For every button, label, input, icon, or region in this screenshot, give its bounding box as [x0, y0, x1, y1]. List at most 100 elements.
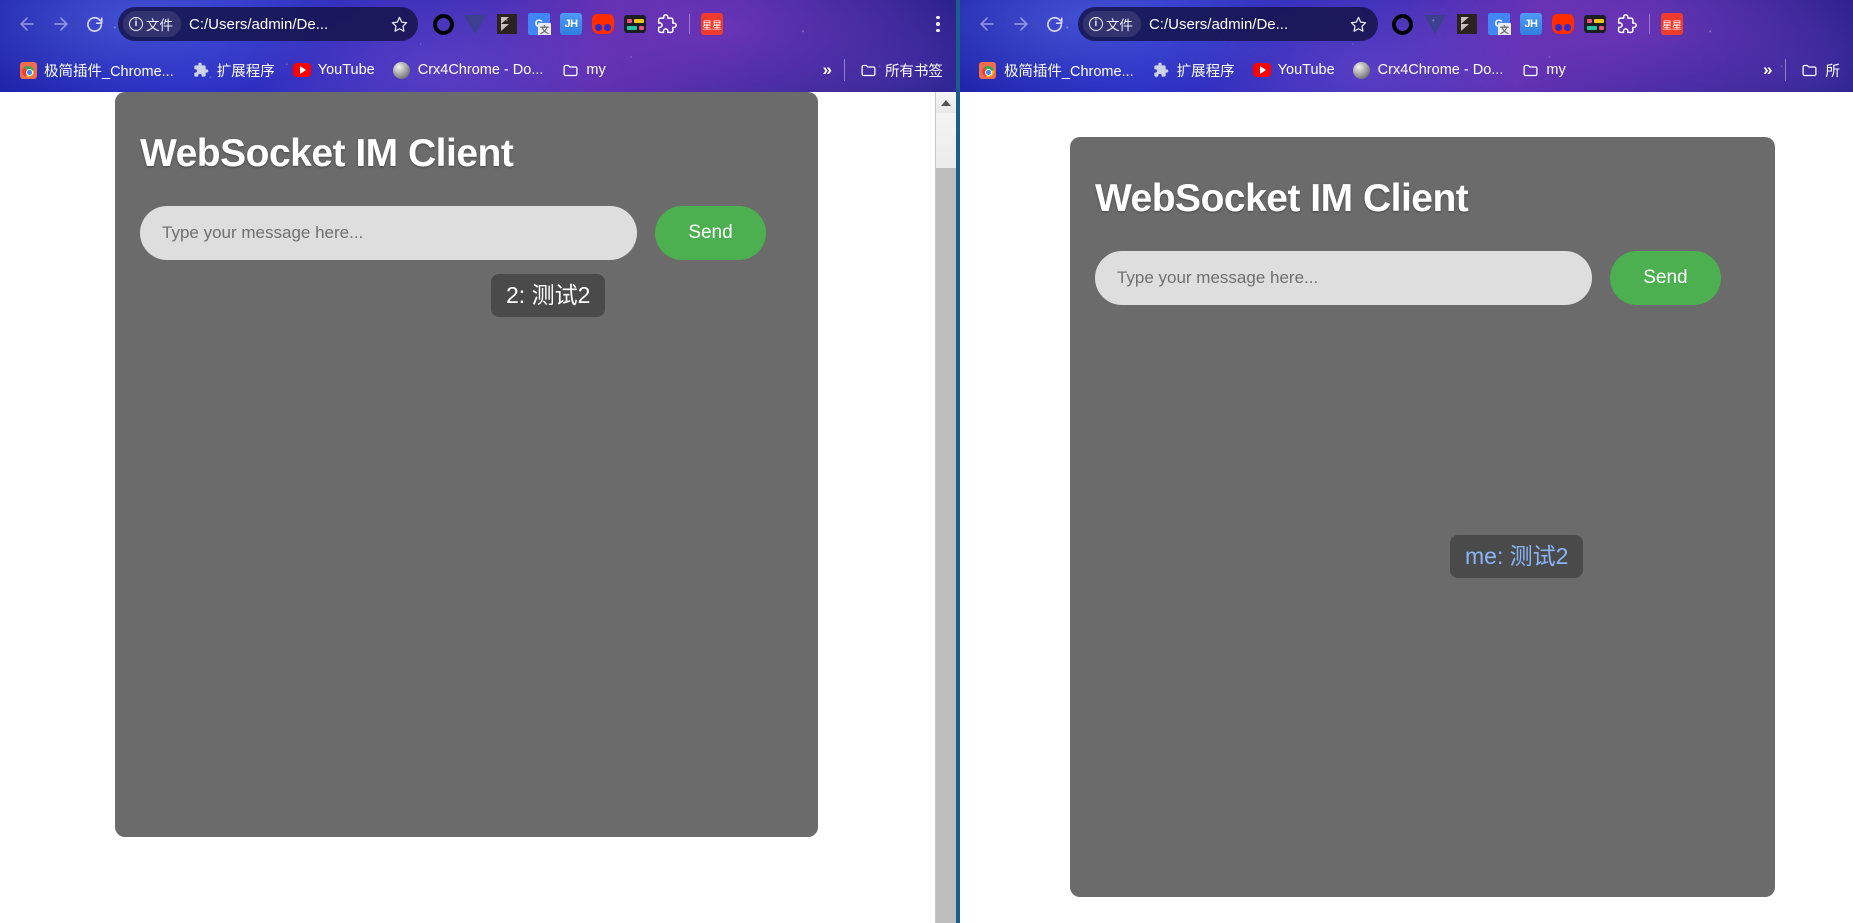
- all-bookmarks-label: 所有书签: [884, 63, 943, 80]
- reload-button[interactable]: [78, 7, 112, 41]
- message-list-left: 2: 测试2: [115, 260, 818, 640]
- globe-icon: [393, 61, 411, 79]
- bookmark-label: 极简插件_Chrome...: [44, 63, 174, 80]
- page-body-left: WebSocket IM Client Send 2: 测试2: [0, 92, 935, 923]
- extensions-puzzle-icon[interactable]: [1616, 13, 1638, 35]
- reload-button[interactable]: [1038, 7, 1072, 41]
- scrollbar-thumb[interactable]: [935, 113, 956, 168]
- message-input[interactable]: [1094, 251, 1592, 305]
- youtube-icon: [1252, 61, 1271, 79]
- google-translate-icon[interactable]: G: [1487, 13, 1511, 35]
- site-chip-label: 文件: [1105, 18, 1133, 33]
- bookmark-item-1[interactable]: 扩展程序: [183, 56, 284, 85]
- bookmark-label: 扩展程序: [1176, 63, 1235, 80]
- bookmark-item-4[interactable]: my: [1512, 57, 1574, 83]
- xingxing-extension-icon[interactable]: 星星: [701, 13, 723, 35]
- address-bar-url[interactable]: C:/Users/admin/De...: [187, 16, 380, 33]
- opera-extension-icon[interactable]: [432, 13, 454, 35]
- dark-reader-icon[interactable]: [496, 13, 518, 35]
- back-button[interactable]: [970, 7, 1004, 41]
- bookmarks-divider: [1784, 59, 1786, 81]
- jh-extension-icon[interactable]: JH: [1519, 13, 1542, 35]
- all-bookmarks-button[interactable]: 所有书签: [851, 56, 952, 85]
- dark-reader-icon[interactable]: [1456, 13, 1478, 35]
- page-scrollbar-left[interactable]: [934, 92, 956, 923]
- bookmark-item-3[interactable]: Crx4Chrome - Do...: [1344, 57, 1513, 83]
- bookmark-item-3[interactable]: Crx4Chrome - Do...: [384, 57, 553, 83]
- bookmark-label: Crx4Chrome - Do...: [1377, 62, 1504, 78]
- message-compose-row: Send: [1094, 251, 1775, 305]
- bookmarks-bar-left: 极简插件_Chrome... 扩展程序 YouTube Crx4Chrome -…: [0, 48, 956, 92]
- chrome-menu-button[interactable]: [926, 9, 950, 39]
- chrome-store-icon: [979, 61, 997, 79]
- im-client-card-left: WebSocket IM Client Send 2: 测试2: [115, 92, 818, 837]
- address-bar[interactable]: i 文件 C:/Users/admin/De...: [1077, 7, 1378, 41]
- globe-icon: [1353, 61, 1371, 79]
- extensions-puzzle-icon[interactable]: [656, 13, 678, 35]
- info-icon: i: [129, 17, 143, 31]
- bookmark-item-0[interactable]: 极简插件_Chrome...: [10, 56, 183, 85]
- bookmark-label: my: [1546, 62, 1566, 78]
- bookmark-label: 扩展程序: [216, 63, 275, 80]
- opera-extension-icon[interactable]: [1392, 13, 1414, 35]
- bookmarks-overflow-button[interactable]: »: [814, 60, 837, 80]
- back-button[interactable]: [10, 7, 44, 41]
- site-info-chip[interactable]: i 文件: [1082, 11, 1141, 37]
- forward-button[interactable]: [44, 7, 78, 41]
- bookmark-label: YouTube: [1277, 62, 1335, 78]
- bookmark-label: Crx4Chrome - Do...: [417, 62, 544, 78]
- bookmark-item-4[interactable]: my: [552, 57, 614, 83]
- extension-icons-left: G JH 星星: [432, 13, 926, 35]
- page-body-right: WebSocket IM Client Send me: 测试2: [960, 92, 1853, 923]
- message-compose-row: Send: [140, 206, 818, 260]
- scrollbar-up-arrow[interactable]: [935, 92, 956, 113]
- vue-devtools-icon[interactable]: [464, 13, 486, 35]
- bookmark-item-1[interactable]: 扩展程序: [1143, 56, 1244, 85]
- info-icon: i: [1088, 17, 1103, 31]
- folder-icon: [1801, 61, 1819, 79]
- bookmark-star-icon[interactable]: [1346, 11, 1372, 37]
- puzzle-icon: [1152, 61, 1170, 79]
- browser-toolbar-left: i 文件 C:/Users/admin/De... G JH: [0, 0, 956, 48]
- extension-icons-right: G JH 星星: [1392, 13, 1847, 35]
- youtube-icon: [292, 61, 311, 79]
- bookmarks-bar-right: 极简插件_Chrome... 扩展程序 YouTube Crx4Chrome -…: [960, 48, 1853, 92]
- bookmarks-divider: [843, 59, 845, 81]
- bookmark-item-0[interactable]: 极简插件_Chrome...: [970, 56, 1143, 85]
- bookmarks-overflow-button[interactable]: »: [1755, 60, 1778, 80]
- bookmark-star-icon[interactable]: [386, 11, 412, 37]
- message-bubble: me: 测试2: [1449, 535, 1584, 578]
- site-chip-label: 文件: [146, 18, 173, 33]
- red-extension-icon[interactable]: [1551, 13, 1574, 35]
- browser-window-right: i 文件 C:/Users/admin/De... G JH: [959, 0, 1853, 923]
- address-bar[interactable]: i 文件 C:/Users/admin/De...: [118, 7, 418, 41]
- vue-devtools-icon[interactable]: [1423, 13, 1446, 35]
- bookmark-label: YouTube: [317, 62, 375, 78]
- toolbar-divider: [689, 14, 690, 34]
- im-client-card-right: WebSocket IM Client Send me: 测试2: [1069, 137, 1775, 897]
- message-list-right: me: 测试2: [1070, 305, 1775, 685]
- bookmark-label: 极简插件_Chrome...: [1003, 63, 1134, 80]
- all-bookmarks-button[interactable]: 所: [1792, 56, 1850, 85]
- message-input[interactable]: [140, 206, 637, 260]
- site-info-chip[interactable]: i 文件: [123, 11, 181, 37]
- browser-toolbar-right: i 文件 C:/Users/admin/De... G JH: [960, 0, 1853, 48]
- forward-button[interactable]: [1004, 7, 1038, 41]
- xingxing-extension-icon[interactable]: 星星: [1660, 13, 1683, 35]
- shortcut-keys-icon[interactable]: [624, 13, 646, 35]
- dual-browser-screen: i 文件 C:/Users/admin/De... G JH: [0, 0, 1853, 923]
- page-title: WebSocket IM Client: [1094, 177, 1469, 220]
- bookmark-item-2[interactable]: YouTube: [284, 57, 384, 83]
- address-bar-url[interactable]: C:/Users/admin/De...: [1147, 16, 1340, 33]
- scrollbar-track[interactable]: [935, 168, 956, 923]
- google-translate-icon[interactable]: G: [528, 13, 551, 35]
- folder-icon: [860, 61, 878, 79]
- red-extension-icon[interactable]: [592, 13, 614, 35]
- send-button[interactable]: Send: [1609, 251, 1721, 305]
- shortcut-keys-icon[interactable]: [1583, 13, 1606, 35]
- send-button[interactable]: Send: [655, 206, 766, 260]
- puzzle-icon: [192, 61, 210, 79]
- bookmark-item-2[interactable]: YouTube: [1244, 57, 1344, 83]
- jh-extension-icon[interactable]: JH: [560, 13, 582, 35]
- folder-icon: [1521, 61, 1539, 79]
